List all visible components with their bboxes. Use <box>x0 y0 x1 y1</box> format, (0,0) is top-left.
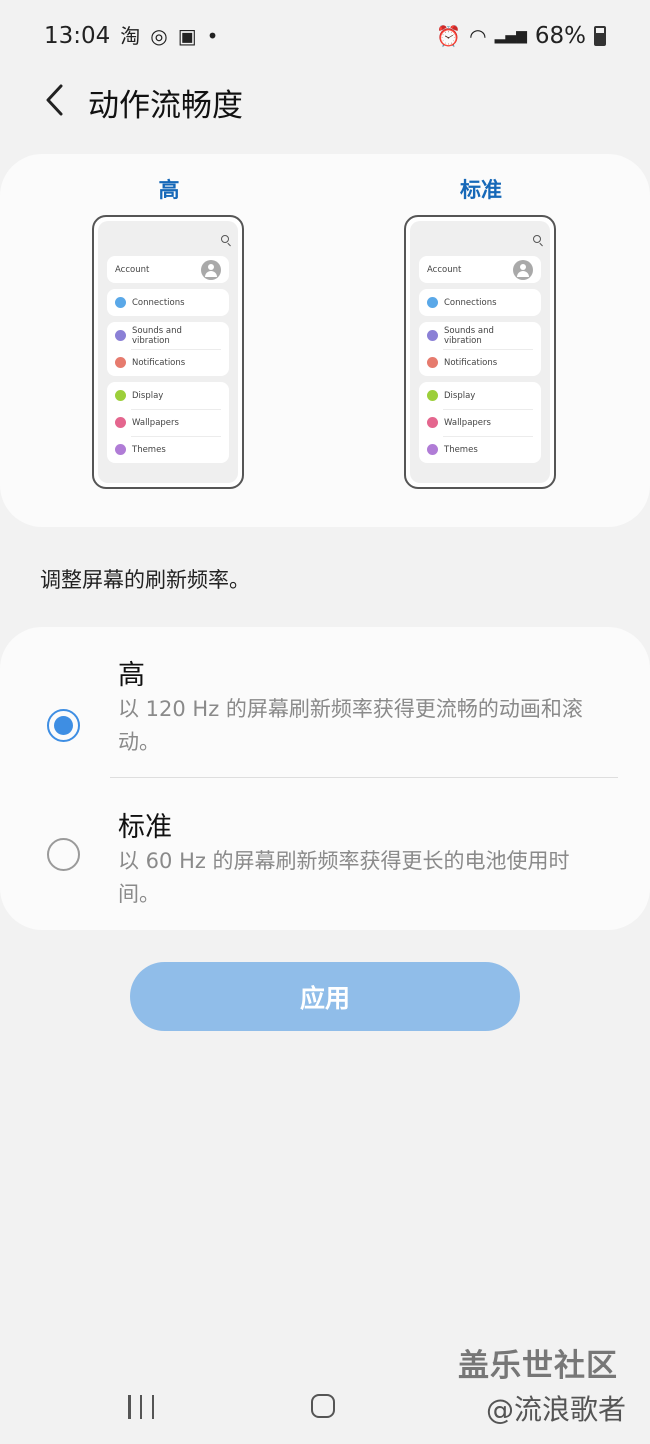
sounds-card: Sounds and vibration Notifications <box>419 322 541 376</box>
themes-label: Themes <box>132 444 166 455</box>
notifications-row: Notifications <box>107 349 229 376</box>
sun-icon <box>115 390 126 401</box>
connections-row: Connections <box>107 289 229 316</box>
phone-mockup-high: Account Connections Sounds and vibration <box>92 215 244 489</box>
watermark-community: 盖乐世社区 <box>458 1348 618 1384</box>
header: 动作流畅度 <box>0 72 650 128</box>
themes-icon <box>427 444 438 455</box>
sounds-row: Sounds and vibration <box>419 322 541 349</box>
status-bar: 13:04 淘 ◎ ▣ • ⏰ ◠ ▂▄▆ 68% <box>0 0 650 72</box>
notifications-label: Notifications <box>132 357 186 368</box>
sounds-card: Sounds and vibration Notifications <box>107 322 229 376</box>
option-high-title: 高 <box>118 660 145 691</box>
preview-standard-label: 标准 <box>460 178 502 202</box>
notifications-label: Notifications <box>444 357 498 368</box>
phone-mockup-standard: Account Connections Sounds and vibration <box>404 215 556 489</box>
battery-percent: 68% <box>534 23 586 49</box>
avatar-icon <box>201 259 221 280</box>
page-title: 动作流畅度 <box>88 88 243 124</box>
account-row: Account <box>419 256 541 283</box>
home-button[interactable] <box>311 1394 335 1418</box>
status-right: ⏰ ◠ ▂▄▆ 68% <box>436 23 606 49</box>
refresh-rate-options: 高 以 120 Hz 的屏幕刷新频率获得更流畅的动画和滚动。 标准 以 60 H… <box>0 627 650 930</box>
preview-card: 高 Account Connections Sounds and vibrati… <box>0 154 650 527</box>
wallpapers-row: Wallpapers <box>107 409 229 436</box>
option-standard[interactable]: 标准 以 60 Hz 的屏幕刷新频率获得更长的电池使用时间。 <box>0 803 650 923</box>
themes-icon <box>115 444 126 455</box>
sounds-label: Sounds and vibration <box>132 325 182 346</box>
status-time: 13:04 <box>44 23 111 49</box>
connections-label: Connections <box>444 297 497 308</box>
wallpaper-icon <box>115 417 126 428</box>
back-button[interactable] <box>34 78 74 122</box>
themes-label: Themes <box>444 444 478 455</box>
wifi-icon: ◠ <box>469 24 487 48</box>
connections-card: Connections <box>107 289 229 316</box>
recent-bar <box>151 1395 154 1419</box>
wallpapers-label: Wallpapers <box>444 417 491 428</box>
option-standard-title: 标准 <box>118 812 172 843</box>
radio-standard[interactable] <box>47 838 80 871</box>
divider <box>110 777 618 778</box>
recent-bar <box>139 1395 143 1419</box>
radio-high[interactable] <box>47 709 80 742</box>
avatar-icon <box>513 259 533 280</box>
option-standard-description: 以 60 Hz 的屏幕刷新频率获得更长的电池使用时间。 <box>118 849 570 906</box>
sun-icon <box>427 390 438 401</box>
recent-apps-button[interactable] <box>128 1395 154 1419</box>
gallery-icon: ▣ <box>177 24 197 48</box>
search-icon <box>221 235 229 243</box>
display-card: Display Wallpapers Themes <box>419 382 541 463</box>
account-row: Account <box>107 256 229 283</box>
display-row: Display <box>419 382 541 409</box>
phone-screen: Account Connections Sounds and vibration <box>410 221 550 483</box>
wifi-icon <box>427 297 438 308</box>
speaker-icon <box>427 330 438 341</box>
speaker-icon <box>115 330 126 341</box>
account-label: Account <box>427 264 462 275</box>
notifications-row: Notifications <box>419 349 541 376</box>
themes-row: Themes <box>419 436 541 463</box>
preview-high: 高 Account Connections Sounds and vibrati… <box>92 174 246 489</box>
taobao-icon: 淘 <box>120 24 141 48</box>
wallpapers-row: Wallpapers <box>419 409 541 436</box>
apply-button[interactable]: 应用 <box>130 962 520 1031</box>
display-label: Display <box>132 390 164 401</box>
dot-icon: • <box>206 24 219 48</box>
preview-high-label: 高 <box>158 178 180 202</box>
phone-screen: Account Connections Sounds and vibration <box>98 221 238 483</box>
themes-row: Themes <box>107 436 229 463</box>
recent-bar <box>128 1395 131 1419</box>
watermark-author: @流浪歌者 <box>486 1393 627 1426</box>
weibo-icon: ◎ <box>150 24 168 48</box>
preview-standard: 标准 Account Connections Sounds and vibrat… <box>404 174 558 489</box>
connections-label: Connections <box>132 297 185 308</box>
sounds-row: Sounds and vibration <box>107 322 229 349</box>
account-card: Account <box>419 256 541 283</box>
status-left: 13:04 淘 ◎ ▣ • <box>44 23 218 49</box>
sounds-label: Sounds and vibration <box>444 325 494 346</box>
display-row: Display <box>107 382 229 409</box>
signal-icon: ▂▄▆ <box>494 28 527 44</box>
connections-row: Connections <box>419 289 541 316</box>
wifi-icon <box>115 297 126 308</box>
back-arrow-icon <box>46 84 63 116</box>
battery-icon <box>594 26 606 46</box>
display-card: Display Wallpapers Themes <box>107 382 229 463</box>
account-label: Account <box>115 264 150 275</box>
wallpapers-label: Wallpapers <box>132 417 179 428</box>
search-icon <box>533 235 541 243</box>
account-card: Account <box>107 256 229 283</box>
option-high[interactable]: 高 以 120 Hz 的屏幕刷新频率获得更流畅的动画和滚动。 <box>0 651 650 775</box>
notification-icon <box>115 357 126 368</box>
option-high-description: 以 120 Hz 的屏幕刷新频率获得更流畅的动画和滚动。 <box>118 697 583 754</box>
wallpaper-icon <box>427 417 438 428</box>
description-text: 调整屏幕的刷新频率。 <box>40 568 250 592</box>
display-label: Display <box>444 390 476 401</box>
connections-card: Connections <box>419 289 541 316</box>
notification-icon <box>427 357 438 368</box>
alarm-icon: ⏰ <box>436 24 462 48</box>
